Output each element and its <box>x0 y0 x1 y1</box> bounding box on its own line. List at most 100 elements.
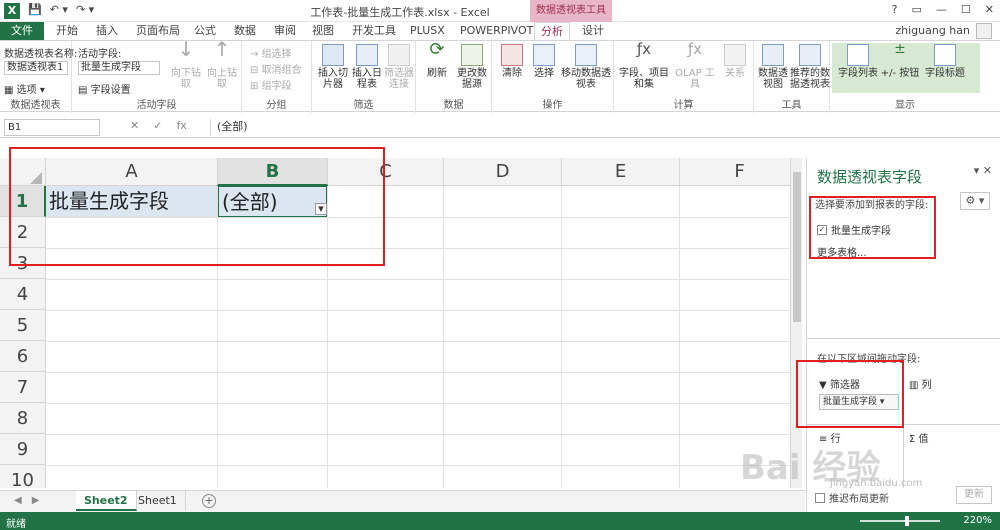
column-header-f[interactable]: F <box>680 158 790 186</box>
sheet-next-icon[interactable]: ▶ <box>32 495 40 506</box>
group-data: ⟳ 刷新 更改数据源 数据 <box>416 41 492 113</box>
move-pivot-button[interactable]: 移动数据透视表 <box>560 44 612 90</box>
tab-insert[interactable]: 插入 <box>96 22 118 40</box>
filter-connections-button[interactable]: 筛选器连接 <box>384 44 414 90</box>
tab-review[interactable]: 审阅 <box>274 22 296 40</box>
row-header-6[interactable]: 6 <box>0 341 46 372</box>
user-name[interactable]: zhiguang han <box>895 24 970 37</box>
cancel-icon[interactable]: ✕ <box>130 119 139 132</box>
window-controls: ? ▭ — ☐ ✕ <box>892 3 994 16</box>
insert-timeline-button[interactable]: 插入日程表 <box>350 44 384 90</box>
zoom-level[interactable]: 220% <box>963 515 992 526</box>
tab-page-layout[interactable]: 页面布局 <box>136 22 180 40</box>
annotation-box-cells <box>9 147 385 266</box>
redo-icon[interactable]: ↷ ▾ <box>76 3 94 16</box>
zoom-knob[interactable] <box>905 516 909 526</box>
drill-down-button[interactable]: ↓ 向下钻取 <box>168 39 204 90</box>
zoom-slider[interactable] <box>860 520 940 522</box>
tab-developer[interactable]: 开发工具 <box>352 22 396 40</box>
status-bar: 就绪 220% <box>0 512 1000 530</box>
refresh-button[interactable]: ⟳ 刷新 <box>420 41 454 80</box>
ungroup-button[interactable]: ⊟ 取消组合 <box>250 61 302 76</box>
row-header-9[interactable]: 9 <box>0 434 46 465</box>
olap-icon: ƒx <box>687 40 703 58</box>
columns-area-label: ▥ 列 <box>909 380 932 391</box>
tab-data[interactable]: 数据 <box>234 22 256 40</box>
pivot-name-input[interactable]: 数据透视表1 <box>4 61 68 75</box>
field-settings-button[interactable]: ▤ 字段设置 <box>78 81 131 96</box>
pane-title: 数据透视表字段 <box>817 168 923 186</box>
olap-tools-button[interactable]: ƒx OLAP 工具 <box>672 40 718 91</box>
arrow-up-icon: ↑ <box>213 37 231 61</box>
pane-close-icon[interactable]: ▾ ✕ <box>974 164 992 177</box>
tab-plusx[interactable]: PLUSX <box>410 22 445 40</box>
tab-formulas[interactable]: 公式 <box>194 22 216 40</box>
group-field-button[interactable]: ⊞ 组字段 <box>250 77 292 92</box>
gridline <box>443 186 444 488</box>
help-icon[interactable]: ? <box>892 3 898 16</box>
formula-input[interactable]: (全部) <box>210 119 990 136</box>
column-header-e[interactable]: E <box>562 158 680 186</box>
tab-analyze[interactable]: 分析 <box>534 22 570 40</box>
gear-icon[interactable]: ⚙ ▾ <box>960 192 990 210</box>
drill-up-button[interactable]: ↑ 向上钻取 <box>204 37 240 90</box>
ribbon-display-icon[interactable]: ▭ <box>912 3 922 16</box>
change-source-button[interactable]: 更改数据源 <box>454 44 490 90</box>
row-header-10[interactable]: 10 <box>0 465 46 488</box>
active-field-label: 活动字段: <box>78 49 122 60</box>
field-headers-icon <box>934 44 956 66</box>
row-header-8[interactable]: 8 <box>0 403 46 434</box>
tab-file[interactable]: 文件 <box>0 22 44 40</box>
group-tools: 数据透视图 推荐的数据透视表 工具 <box>754 41 830 113</box>
add-sheet-button[interactable]: + <box>202 494 216 508</box>
field-headers-button[interactable]: 字段标题 <box>920 44 970 79</box>
clear-button[interactable]: 清除 <box>496 44 528 79</box>
pivot-chart-button[interactable]: 数据透视图 <box>756 44 790 90</box>
row-header-7[interactable]: 7 <box>0 372 46 403</box>
move-pivot-label: 移动数据透视表 <box>561 68 611 90</box>
tab-view[interactable]: 视图 <box>312 22 334 40</box>
insert-function-icon[interactable]: fx <box>176 119 186 132</box>
refresh-label: 刷新 <box>427 68 447 79</box>
tab-powerpivot[interactable]: POWERPIVOT <box>460 22 533 40</box>
formula-buttons: ✕ ✓ fx <box>130 119 187 132</box>
group-pivot: 数据透视表名称: 数据透视表1 ▦ 选项 ▾ 数据透视表 <box>0 41 77 113</box>
defer-update-row[interactable]: 推迟布局更新 <box>815 490 889 505</box>
enter-icon[interactable]: ✓ <box>153 119 162 132</box>
maximize-icon[interactable]: ☐ <box>961 3 971 16</box>
insert-slicer-button[interactable]: 插入切片器 <box>316 44 350 90</box>
tab-home[interactable]: 开始 <box>56 22 78 40</box>
ribbon: 数据透视表名称: 数据透视表1 ▦ 选项 ▾ 数据透视表 活动字段: 批量生成字… <box>0 37 1000 113</box>
scrollbar-thumb[interactable] <box>793 172 801 322</box>
field-list-button[interactable]: 字段列表 <box>836 44 880 79</box>
fields-items-button[interactable]: ƒx 字段、项目和集 <box>616 42 672 91</box>
undo-icon[interactable]: ↶ ▾ <box>50 3 68 16</box>
avatar[interactable] <box>976 23 992 39</box>
clear-label: 清除 <box>502 68 522 79</box>
select-button[interactable]: 选择 <box>528 44 560 79</box>
relationships-button[interactable]: 关系 <box>718 44 752 79</box>
sheet-tab-sheet2[interactable]: Sheet2 <box>76 491 137 511</box>
name-box[interactable]: B1 <box>4 119 100 136</box>
row-header-4[interactable]: 4 <box>0 279 46 310</box>
row-header-5[interactable]: 5 <box>0 310 46 341</box>
columns-label: 列 <box>921 380 932 391</box>
checkbox-unchecked-icon[interactable] <box>815 492 825 503</box>
close-icon[interactable]: ✕ <box>985 3 994 16</box>
active-field-input[interactable]: 批量生成字段 <box>78 61 160 75</box>
plus-minus-icon: ± <box>894 41 906 57</box>
group-field-label: 组字段 <box>261 81 292 92</box>
recommended-pivot-button[interactable]: 推荐的数据透视表 <box>790 44 830 90</box>
vertical-scrollbar[interactable] <box>790 158 802 488</box>
sheet-tab-sheet1[interactable]: Sheet1 <box>130 491 186 511</box>
column-header-d[interactable]: D <box>444 158 562 186</box>
group-selection-button[interactable]: → 组选择 <box>250 45 292 60</box>
tab-design[interactable]: 设计 <box>582 22 604 40</box>
plus-minus-button[interactable]: ± +/- 按钮 <box>880 41 920 79</box>
minimize-icon[interactable]: — <box>936 3 947 16</box>
update-button[interactable]: 更新 <box>956 486 992 504</box>
save-icon[interactable]: 💾 <box>28 3 42 16</box>
field-list-icon <box>847 44 869 66</box>
sheet-prev-icon[interactable]: ◀ <box>14 495 22 506</box>
options-button[interactable]: ▦ 选项 ▾ <box>4 81 45 96</box>
